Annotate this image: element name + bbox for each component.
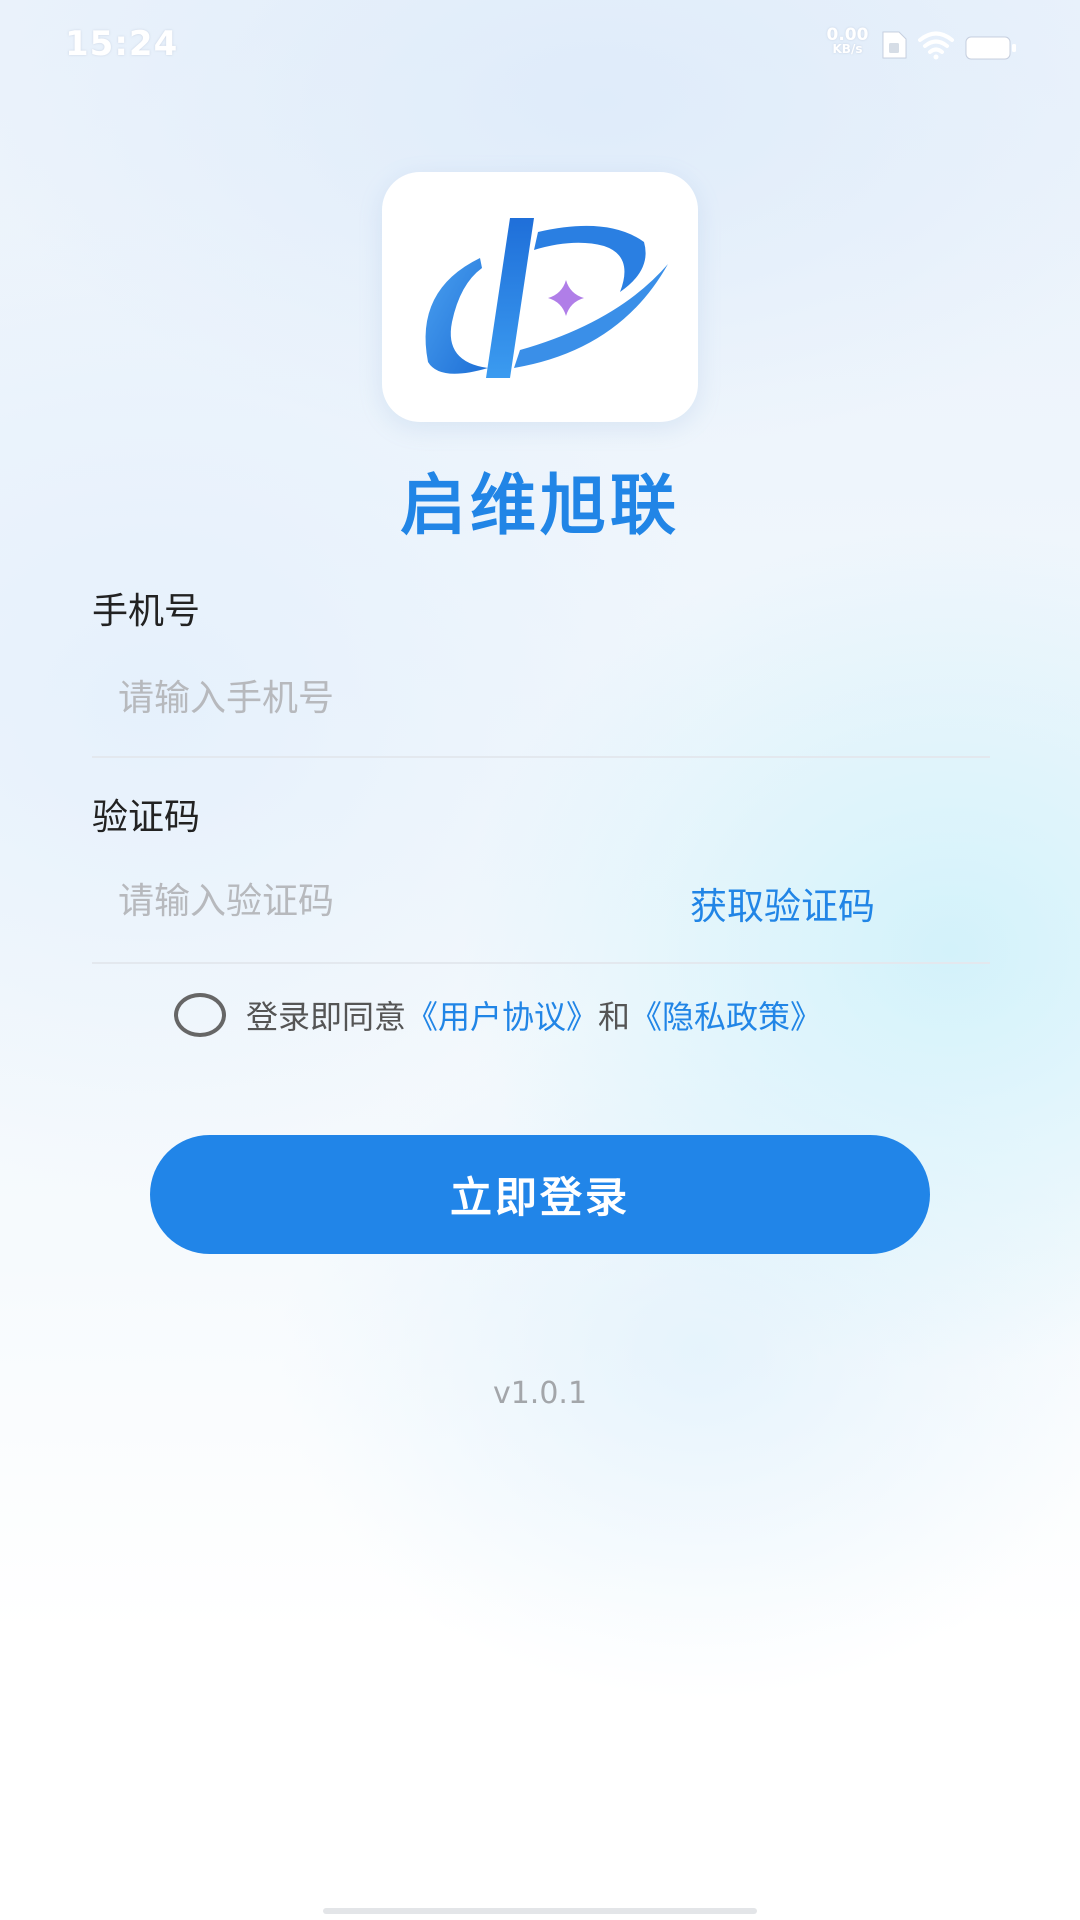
privacy-policy-link[interactable]: 《隐私政策》	[630, 992, 822, 1038]
code-divider	[92, 962, 990, 964]
get-code-button[interactable]: 获取验证码	[690, 876, 930, 930]
status-time: 15:24	[65, 24, 179, 64]
network-speed: 0.00 KB/s	[820, 25, 875, 57]
app-version: v1.0.1	[492, 1376, 588, 1411]
agreement-row: 登录即同意 《用户协议》 和 《隐私政策》	[174, 992, 822, 1038]
code-label: 验证码	[92, 797, 201, 838]
code-input[interactable]	[118, 866, 658, 936]
agreement-checkbox[interactable]	[174, 993, 226, 1037]
network-speed-value: 0.00	[826, 25, 869, 45]
login-button[interactable]: 立即登录	[150, 1135, 930, 1254]
phone-divider	[92, 756, 990, 758]
phone-input[interactable]	[118, 663, 938, 733]
agreement-conjunction: 和	[598, 998, 631, 1036]
battery-icon	[965, 36, 1016, 60]
wifi-icon	[918, 31, 954, 60]
home-indicator[interactable]	[323, 1908, 757, 1914]
agreement-prefix: 登录即同意	[246, 998, 407, 1036]
app-logo	[382, 172, 698, 422]
user-agreement-link[interactable]: 《用户协议》	[406, 992, 598, 1038]
status-bar: 15:24 0.00 KB/s	[0, 0, 1080, 95]
app-name: 启维旭联	[400, 467, 680, 544]
app-logo-icon	[425, 218, 668, 378]
sim-card-icon	[882, 31, 907, 59]
phone-label: 手机号	[92, 591, 201, 632]
